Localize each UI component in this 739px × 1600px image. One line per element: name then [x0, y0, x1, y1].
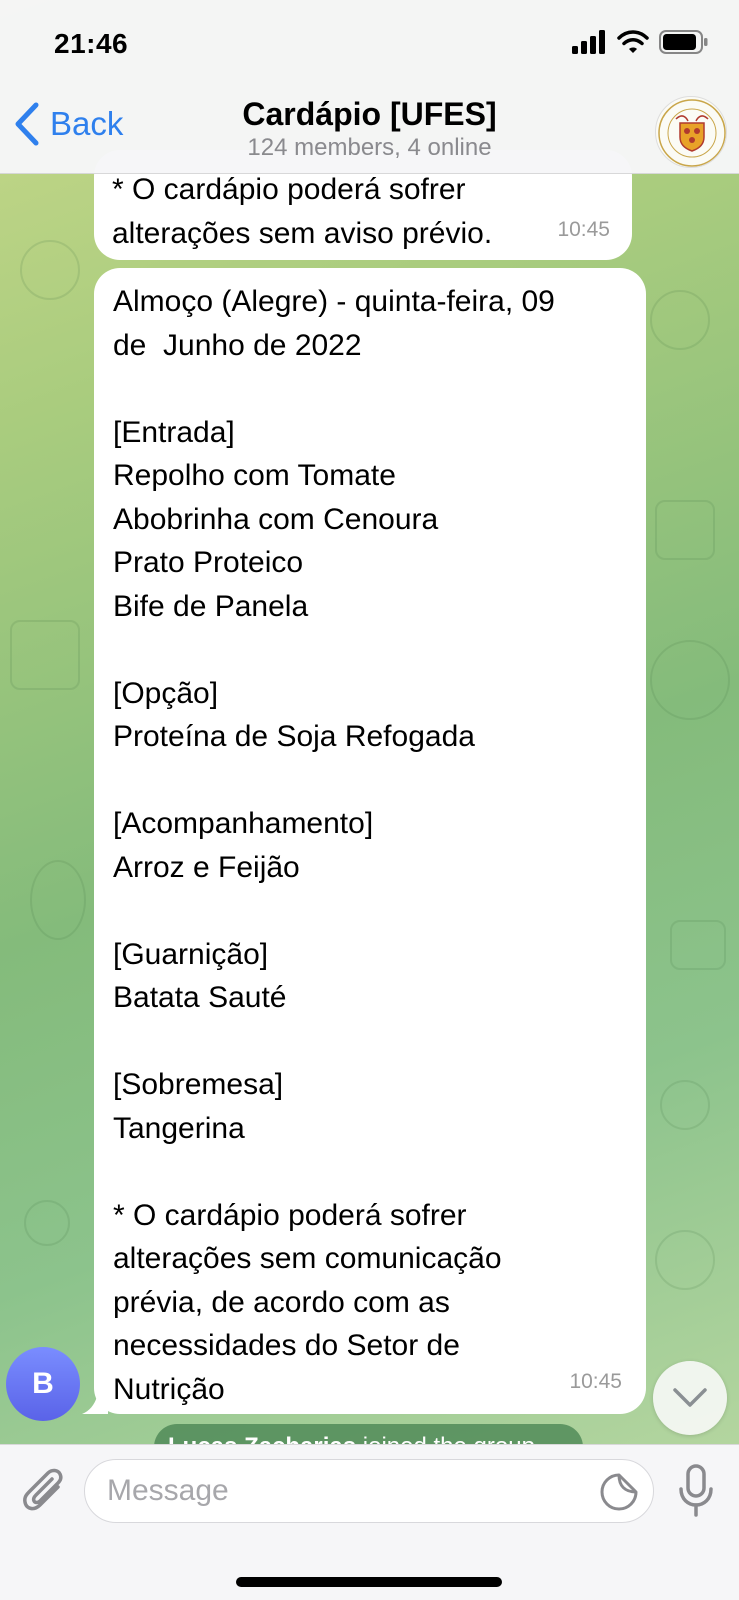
chat-title[interactable]: Cardápio [UFES]	[0, 96, 739, 133]
home-indicator	[236, 1577, 502, 1587]
group-avatar[interactable]	[655, 96, 727, 168]
message-input[interactable]	[107, 1460, 577, 1522]
message-text: Almoço (Alegre) - quinta-feira, 09 de Ju…	[113, 285, 555, 1406]
sticker-icon	[600, 1473, 638, 1511]
status-icons	[571, 30, 709, 54]
message-bubble[interactable]: Almoço (Alegre) - quinta-feira, 09 de Ju…	[94, 268, 646, 1414]
sender-avatar-initial: B	[32, 1367, 54, 1400]
cellular-signal-icon	[572, 30, 605, 54]
sender-avatar[interactable]: B	[6, 1347, 80, 1421]
bubble-tail	[82, 1388, 108, 1414]
attach-button[interactable]	[20, 1467, 66, 1517]
paperclip-icon	[23, 1468, 63, 1511]
ufes-seal-icon	[658, 99, 726, 167]
message-text: * O cardápio poderá sofrer alterações se…	[112, 173, 493, 250]
status-time: 21:46	[54, 28, 129, 59]
microphone-icon	[679, 1464, 713, 1517]
scroll-down-button[interactable]	[653, 1361, 727, 1435]
chevron-down-icon	[673, 1388, 707, 1407]
chat-subtitle: 124 members, 4 online	[247, 134, 492, 161]
sticker-button[interactable]	[599, 1472, 639, 1512]
microphone-button[interactable]	[676, 1463, 716, 1519]
message-time: 10:45	[557, 218, 610, 241]
status-bar: 21:46	[0, 0, 739, 90]
message-time: 10:45	[569, 1370, 622, 1393]
chat-header: Back Cardápio [UFES] 124 members, 4 onli…	[0, 90, 739, 174]
input-bar	[0, 1444, 739, 1600]
wifi-icon	[617, 30, 649, 53]
message-field	[84, 1459, 654, 1523]
battery-icon	[659, 30, 708, 54]
